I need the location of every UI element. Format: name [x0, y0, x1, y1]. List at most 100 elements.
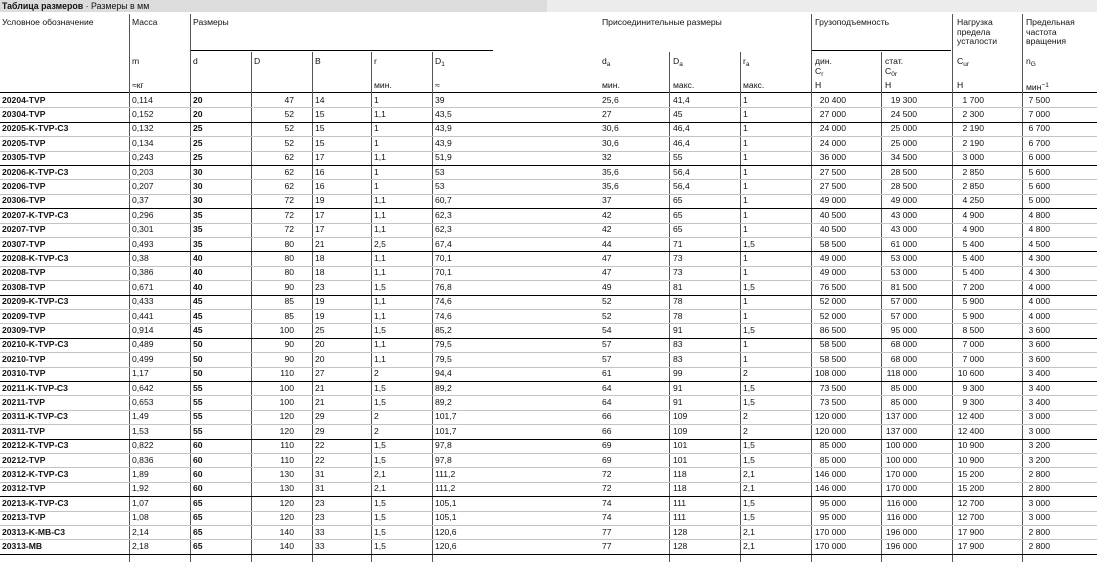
- table-cell: 3 400: [1028, 396, 1050, 407]
- table-cell: 0,132: [132, 123, 154, 134]
- table-cell: 47: [284, 94, 294, 105]
- table-cell: 110: [280, 440, 294, 451]
- table-cell: 4 800: [1028, 224, 1050, 235]
- table-cell: 1: [374, 180, 379, 191]
- table-cell: 4 800: [1028, 209, 1050, 220]
- table-cell: 34 500: [890, 152, 917, 163]
- table-cell: 70,1: [435, 252, 452, 263]
- table-cell: 100 000: [885, 454, 917, 465]
- table-cell: 52: [602, 296, 612, 307]
- table-cell: 42: [602, 224, 612, 235]
- table-cell: 2: [374, 425, 379, 436]
- table-cell: 120: [279, 425, 294, 436]
- table-cell-designation: 20309-TVP: [2, 324, 46, 335]
- table-cell: 3 600: [1028, 353, 1050, 364]
- table-cell: 0,642: [132, 382, 154, 393]
- hdr-Da-max: макс.: [673, 80, 695, 90]
- table-cell: 62: [284, 166, 294, 177]
- table-cell: 21: [315, 396, 325, 407]
- table-cell: 111,2: [435, 468, 456, 479]
- table-cell: 3 200: [1028, 440, 1050, 451]
- table-cell: 0,433: [132, 296, 154, 307]
- table-cell: 0,203: [132, 166, 154, 177]
- table-cell: 22: [315, 454, 325, 465]
- table-cell: 0,38: [132, 252, 149, 263]
- table-cell: 1: [743, 123, 748, 134]
- table-cell: 83: [673, 353, 683, 364]
- table-cell: 72: [284, 195, 294, 206]
- table-cell: 1: [743, 209, 748, 220]
- table-cell: 1 700: [962, 94, 984, 105]
- table-cell: 86 500: [819, 324, 846, 335]
- table-cell: 68 000: [890, 353, 917, 364]
- table-cell: 90: [284, 281, 294, 292]
- table-cell: 15 200: [957, 483, 984, 494]
- title-main: Таблица размеров: [2, 1, 84, 11]
- table-cell: 54: [602, 324, 612, 335]
- table-cell: 80: [284, 238, 294, 249]
- table-cell: 170 000: [815, 540, 847, 551]
- hdr-Cor-sub: 0r: [891, 70, 897, 78]
- table-cell: 58 500: [819, 238, 846, 249]
- table-cell: 120: [279, 411, 294, 422]
- table-cell: 73 500: [819, 382, 846, 393]
- table-cell: 1: [743, 224, 748, 235]
- table-cell: 105,1: [435, 497, 457, 508]
- table-cell: 49 000: [819, 267, 846, 278]
- table-cell: 23: [315, 281, 325, 292]
- table-cell: 7 000: [1028, 108, 1050, 119]
- hdr-ra-sub: a: [745, 61, 750, 68]
- table-cell-designation: 20313-MB: [2, 540, 43, 551]
- table-cell: 99: [673, 368, 683, 379]
- table-cell: 35,6: [602, 166, 619, 177]
- table-cell: 100: [279, 396, 294, 407]
- table-cell: 53: [435, 166, 445, 177]
- table-cell-designation: 20211-TVP: [2, 396, 45, 407]
- table-cell: 2 800: [1028, 483, 1050, 494]
- table-cell: 15 200: [957, 468, 984, 479]
- table-cell: 57: [602, 339, 612, 350]
- table-cell: 66: [602, 425, 612, 436]
- table-cell: 40: [193, 252, 203, 263]
- table-cell: 3 400: [1028, 368, 1050, 379]
- table-cell: 120: [279, 512, 294, 523]
- table-cell: 1,5: [743, 382, 755, 393]
- table-cell: 2 850: [962, 166, 984, 177]
- table-cell: 0,296: [132, 209, 154, 220]
- table-cell: 73: [673, 267, 683, 278]
- table-cell: 65: [673, 224, 683, 235]
- table-cell: 1,1: [374, 339, 386, 350]
- table-cell: 7 000: [962, 353, 984, 364]
- table-cell: 33: [315, 526, 325, 537]
- table-cell: 4 000: [1028, 281, 1050, 292]
- hdr-fatigue: Нагрузка предела усталости: [957, 17, 997, 47]
- table-cell: 109: [673, 425, 688, 436]
- hdr-nG-unit-text: мин: [1026, 82, 1042, 92]
- table-cell-designation: 20206-K-TVP-C3: [2, 166, 69, 177]
- table-cell: 85 000: [819, 440, 846, 451]
- table-cell: 1,5: [374, 382, 386, 393]
- table-cell: 2,1: [743, 483, 755, 494]
- table-cell: 7 200: [962, 281, 984, 292]
- table-cell: 20 400: [819, 94, 846, 105]
- table-cell: 140: [279, 526, 294, 537]
- table-cell: 78: [673, 296, 683, 307]
- col-divider-Cor: [881, 52, 882, 562]
- table-cell: 128: [673, 540, 688, 551]
- table-cell: 30,6: [602, 123, 619, 134]
- table-cell: 2 850: [962, 180, 984, 191]
- table-cell: 0,499: [132, 353, 154, 364]
- table-cell: 118: [673, 483, 687, 494]
- hdr-nG-sub: G: [1030, 61, 1036, 68]
- table-cell: 45: [673, 108, 683, 119]
- hdr-Cur-sub: ur: [963, 61, 969, 68]
- table-cell: 146 000: [815, 468, 847, 479]
- table-cell: 1: [743, 108, 748, 119]
- table-cell: 1: [743, 353, 748, 364]
- hdr-Da-sub: a: [679, 61, 683, 68]
- table-cell: 1: [743, 180, 748, 191]
- hdr-B: B: [315, 56, 321, 66]
- table-cell-designation: 20311-K-TVP-C3: [2, 411, 68, 422]
- table-cell-designation: 20209-K-TVP-C3: [2, 296, 69, 307]
- table-cell: 1: [743, 252, 748, 263]
